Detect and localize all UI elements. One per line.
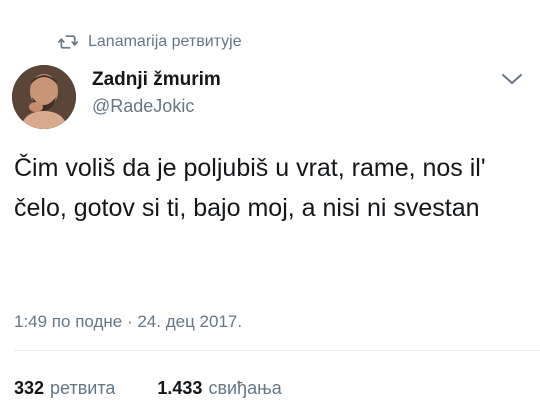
chevron-down-icon[interactable] [500,70,524,88]
avatar[interactable] [12,65,76,129]
likes-count: 1.433 [157,378,203,398]
likes-stat[interactable]: 1.433 свиђања [157,378,281,399]
tweet-text: Čim voliš da je poljubiš u vrat, rame, n… [14,154,486,222]
avatar-image [12,65,76,129]
author-block[interactable]: Zadnji žmurim @RadeJokic [92,68,221,118]
retweets-stat[interactable]: 332 ретвита [14,378,115,399]
user-handle[interactable]: @RadeJokic [92,94,221,118]
retweets-count: 332 [14,378,45,398]
retweeted-by-label[interactable]: Lanamarija ретвитује [88,33,242,51]
divider [14,350,540,351]
retweet-header: Lanamarija ретвитује [58,30,242,54]
retweets-label: ретвита [50,378,116,398]
tweet-timestamp[interactable]: 1:49 по подне · 24. дец 2017. [14,312,242,332]
retweet-icon [58,35,78,49]
likes-label: свиђања [208,378,282,398]
tweet-stats: 332 ретвита 1.433 свиђања [14,378,324,399]
display-name[interactable]: Zadnji žmurim [92,68,221,92]
